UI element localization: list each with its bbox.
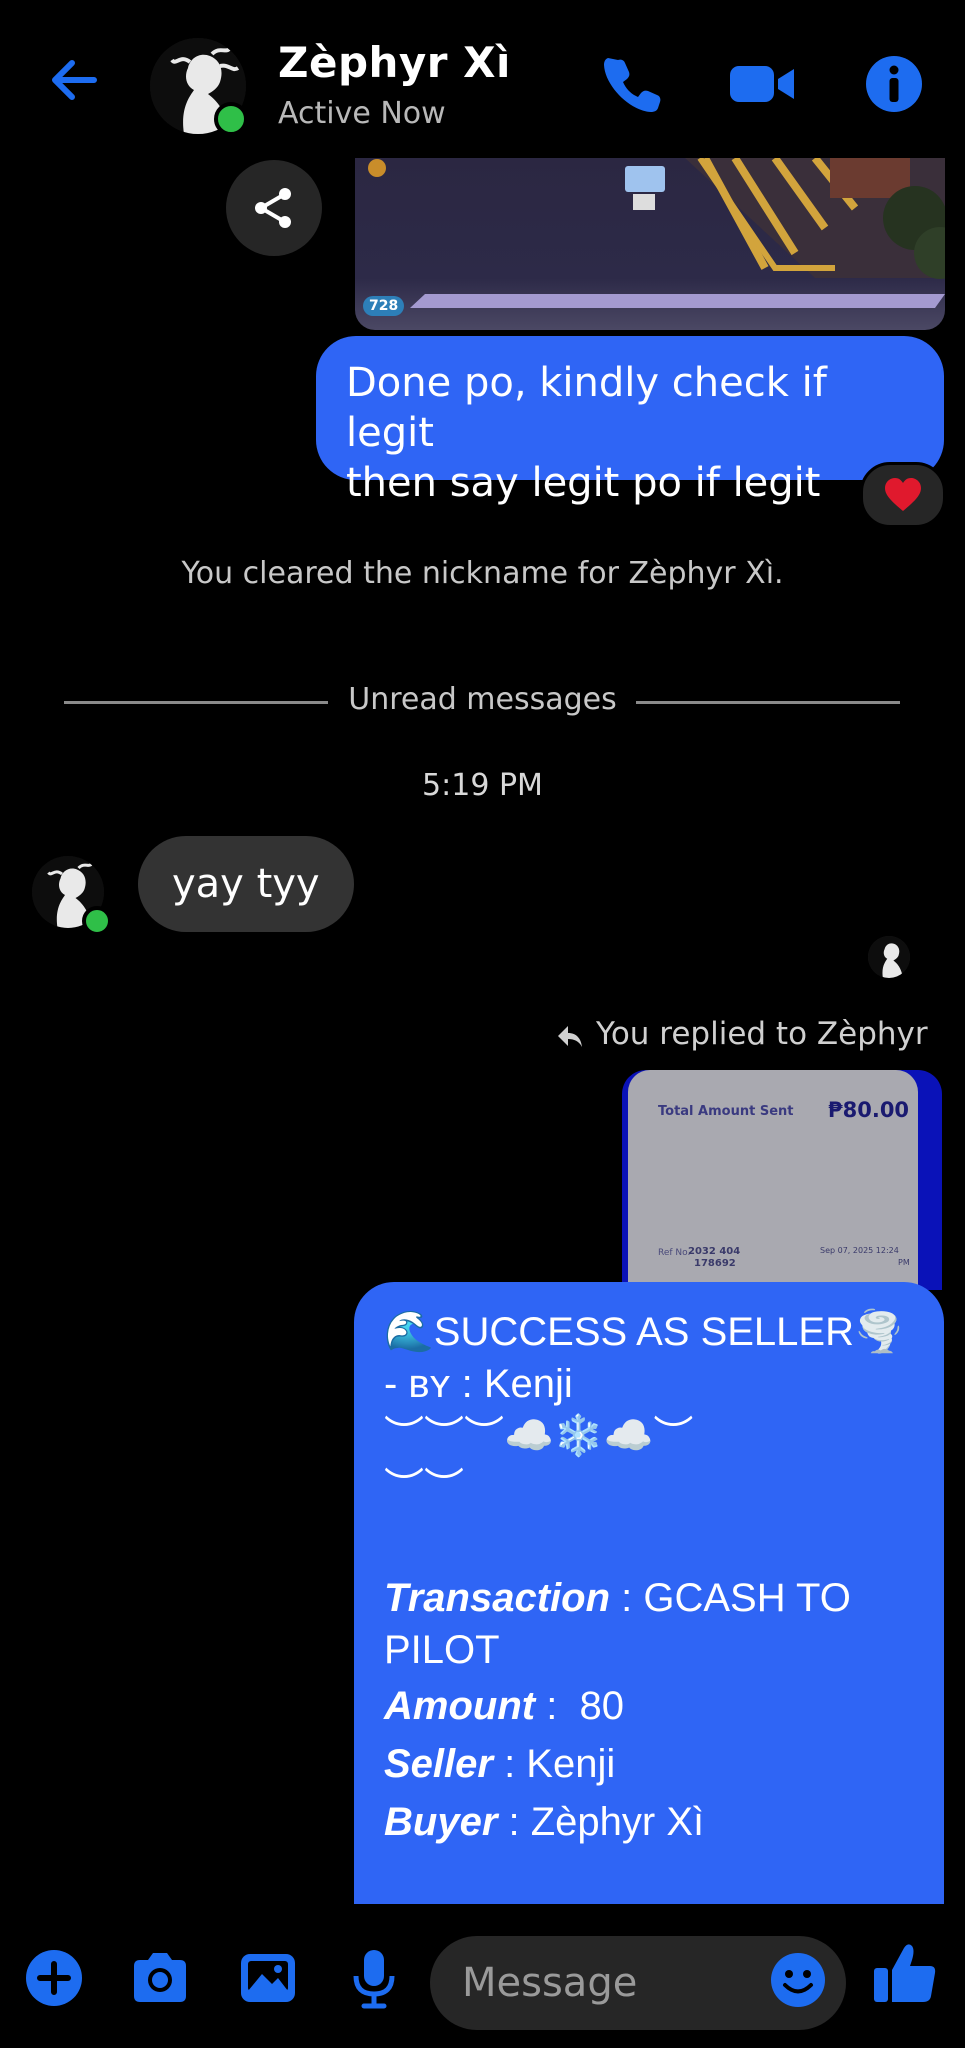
receipt-ref-value: 2032 404 — [688, 1246, 741, 1257]
by-prefix: - ʙʏ : — [384, 1362, 484, 1406]
seen-indicator-avatar — [868, 936, 910, 978]
seller-label: Seller — [384, 1742, 493, 1786]
camera-icon[interactable] — [128, 1946, 192, 2010]
seller-title: 🌊SUCCESS AS SELLER🌪️ — [384, 1310, 904, 1354]
transaction-line: Transaction : GCASH TO PILOT — [384, 1572, 874, 1676]
buyer-value: : Zèphyr Xì — [497, 1800, 705, 1844]
transaction-label: Transaction — [384, 1576, 610, 1620]
online-status-dot — [214, 102, 248, 136]
video-camera-icon[interactable] — [728, 52, 798, 116]
seller-by-line: - ʙʏ : Kenji — [384, 1358, 914, 1410]
message-line: Done po, kindly check if legit — [346, 360, 827, 456]
info-icon[interactable] — [862, 52, 926, 116]
share-icon — [255, 188, 291, 228]
by-name: Kenji — [483, 1362, 573, 1406]
shared-game-screenshot[interactable]: 728 — [355, 158, 945, 330]
heart-reaction[interactable] — [860, 462, 946, 528]
receipt-date: Sep 07, 2025 12:24 — [820, 1246, 899, 1255]
active-status: Active Now — [278, 96, 446, 131]
heart-icon — [885, 478, 921, 511]
reply-context-label: You replied to Zèphyr — [596, 1016, 928, 1052]
amount-label: Amount — [384, 1684, 536, 1728]
message-line: then say legit po if legit — [346, 460, 821, 506]
receipt-total-value: ₱80.00 — [828, 1098, 910, 1122]
decoration-line: ︶︶︶☁️❄️☁️︶ — [384, 1414, 694, 1458]
emoji-icon[interactable] — [768, 1950, 828, 2010]
phone-icon[interactable] — [600, 52, 664, 116]
incoming-message[interactable]: yay tyy — [138, 836, 354, 932]
receipt-time-suffix: PM — [898, 1258, 910, 1267]
seller-value: : Kenji — [492, 1742, 616, 1786]
unread-divider-label: Unread messages — [348, 682, 617, 717]
online-status-dot — [82, 906, 112, 936]
contact-name[interactable]: Zèphyr Xì — [278, 38, 511, 87]
receipt-total-label: Total Amount Sent — [658, 1104, 794, 1119]
buyer-line: Buyer : Zèphyr Xì — [384, 1796, 914, 1848]
gem-counter: 728 — [363, 296, 405, 316]
outgoing-message[interactable]: Done po, kindly check if legit then say … — [316, 336, 944, 506]
microphone-icon[interactable] — [342, 1946, 406, 2010]
plus-icon[interactable] — [22, 1946, 86, 2010]
payment-receipt-image[interactable]: Total Amount Sent ₱80.00 Ref No. 2032 40… — [622, 1070, 942, 1290]
share-button[interactable] — [226, 160, 322, 256]
back-arrow-icon[interactable] — [44, 50, 104, 110]
outgoing-seller-message[interactable]: 🌊SUCCESS AS SELLER🌪️ - ʙʏ : Kenji ︶︶︶☁️❄… — [354, 1282, 944, 1904]
message-timestamp: 5:19 PM — [422, 768, 543, 803]
amount-value: : 80 — [535, 1684, 625, 1728]
nickname-cleared-notice: You cleared the nickname for Zèphyr Xì. — [181, 556, 784, 591]
amount-line: Amount : 80 — [384, 1680, 914, 1732]
buyer-label: Buyer — [384, 1800, 498, 1844]
receipt-ref-value: 178692 — [694, 1258, 736, 1269]
decoration-line: ︶︶ — [384, 1466, 464, 1510]
gallery-icon[interactable] — [236, 1946, 300, 2010]
reply-arrow-icon — [556, 1024, 584, 1054]
divider-line — [636, 701, 900, 704]
thumbs-up-icon[interactable] — [870, 1938, 940, 2008]
receipt-ref-label: Ref No. — [658, 1248, 691, 1258]
seller-line: Seller : Kenji — [384, 1738, 914, 1790]
